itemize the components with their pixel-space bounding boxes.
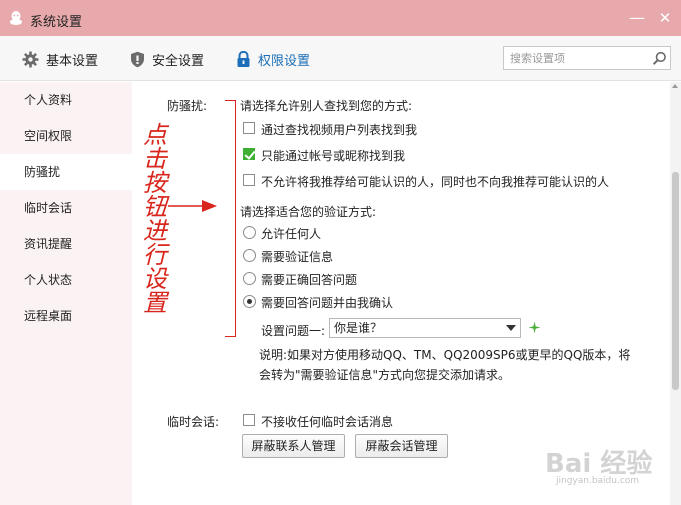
title-bar: 系统设置 — ✕	[0, 0, 681, 36]
annotation-text: 点击按钮进行设置	[143, 121, 167, 317]
tab-basic-settings[interactable]: 基本设置	[22, 49, 98, 69]
settings-sidebar: 个人资料 空间权限 防骚扰 临时会话 资讯提醒 个人状态 远程桌面	[0, 82, 132, 505]
checkbox-no-recommend[interactable]	[243, 174, 255, 186]
sidebar-item-space-permission[interactable]: 空间权限	[0, 118, 132, 154]
settings-window: 系统设置 — ✕ 基本设置 安全设置 权限设置 搜索设置项 个人资料 空间权限 …	[0, 0, 681, 505]
tab-permission-settings[interactable]: 权限设置	[236, 49, 310, 69]
question-label: 设置问题一:	[261, 324, 326, 338]
reject-temp-session-label: 不接收任何临时会话消息	[261, 415, 394, 429]
verify-option-label: 需要正确回答问题	[261, 273, 358, 287]
tab-security-settings[interactable]: 安全设置	[130, 49, 204, 69]
minimize-button[interactable]: —	[626, 8, 648, 28]
search-input[interactable]	[510, 50, 642, 67]
content-scrollbar[interactable]	[670, 82, 681, 505]
checkbox-reject-temp-session[interactable]	[243, 414, 255, 426]
radio-allow-anyone[interactable]	[243, 226, 256, 239]
gear-icon	[22, 51, 39, 67]
radio-correct-answer[interactable]	[243, 272, 256, 285]
sidebar-item-profile[interactable]: 个人资料	[0, 82, 132, 118]
sidebar-item-temp-session[interactable]: 临时会话	[0, 190, 132, 226]
find-method-heading: 请选择允许别人查找到您的方式:	[240, 99, 413, 113]
window-title: 系统设置	[30, 15, 83, 30]
question-value: 你是谁？	[334, 321, 383, 335]
sidebar-item-news-reminder[interactable]: 资讯提醒	[0, 226, 132, 262]
lock-icon	[237, 50, 250, 67]
section-label-temp-session: 临时会话:	[167, 415, 220, 429]
annotation-arrow-icon	[168, 200, 217, 212]
add-question-plus-icon[interactable]	[528, 321, 541, 334]
scroll-thumb[interactable]	[672, 172, 679, 390]
sidebar-item-anti-harass[interactable]: 防骚扰	[0, 154, 132, 190]
settings-search	[503, 46, 671, 70]
watermark-url: jingyan.baidu.com	[556, 476, 640, 486]
tab-permission-label: 权限设置	[258, 53, 311, 69]
verify-option-label: 需要验证信息	[261, 250, 334, 264]
question-select[interactable]: 你是谁？	[329, 318, 521, 338]
verify-option-label: 需要回答问题并由我确认	[261, 296, 394, 310]
block-sessions-button[interactable]: 屏蔽会话管理	[355, 434, 448, 458]
search-icon[interactable]	[652, 51, 667, 66]
shield-icon	[131, 51, 144, 67]
find-option-label: 只能通过帐号或昵称找到我	[261, 149, 406, 163]
verify-method-heading: 请选择适合您的验证方式:	[240, 205, 377, 219]
qq-logo-icon	[10, 11, 22, 25]
checkbox-find-by-account[interactable]	[243, 148, 255, 160]
sidebar-item-personal-status[interactable]: 个人状态	[0, 262, 132, 298]
verify-option-label: 允许任何人	[261, 227, 322, 241]
scroll-up-icon[interactable]	[672, 84, 678, 88]
sidebar-item-remote-desktop[interactable]: 远程桌面	[0, 298, 132, 334]
block-contacts-button[interactable]: 屏蔽联系人管理	[242, 434, 345, 458]
checkbox-find-by-video-list[interactable]	[243, 122, 255, 134]
radio-need-verify-info[interactable]	[243, 249, 256, 262]
radio-answer-and-confirm[interactable]	[243, 295, 256, 308]
find-option-label: 不允许将我推荐给可能认识的人，同时也不向我推荐可能认识的人	[261, 175, 610, 189]
tab-basic-label: 基本设置	[46, 53, 99, 69]
chevron-down-icon	[506, 325, 516, 331]
compat-note-line2: 会转为"需要验证信息"方式向您提交添加请求。	[259, 368, 511, 382]
compat-note-line1: 说明:如果对方使用移动QQ、TM、QQ2009SP6或更早的QQ版本，将	[259, 348, 631, 362]
watermark-logo: Bai 经验	[545, 449, 653, 479]
tab-security-label: 安全设置	[152, 53, 205, 69]
section-label-anti-harass: 防骚扰:	[167, 99, 208, 113]
annotation-bracket	[225, 100, 236, 337]
close-button[interactable]: ✕	[654, 8, 676, 28]
find-option-label: 通过查找视频用户列表找到我	[261, 123, 418, 137]
